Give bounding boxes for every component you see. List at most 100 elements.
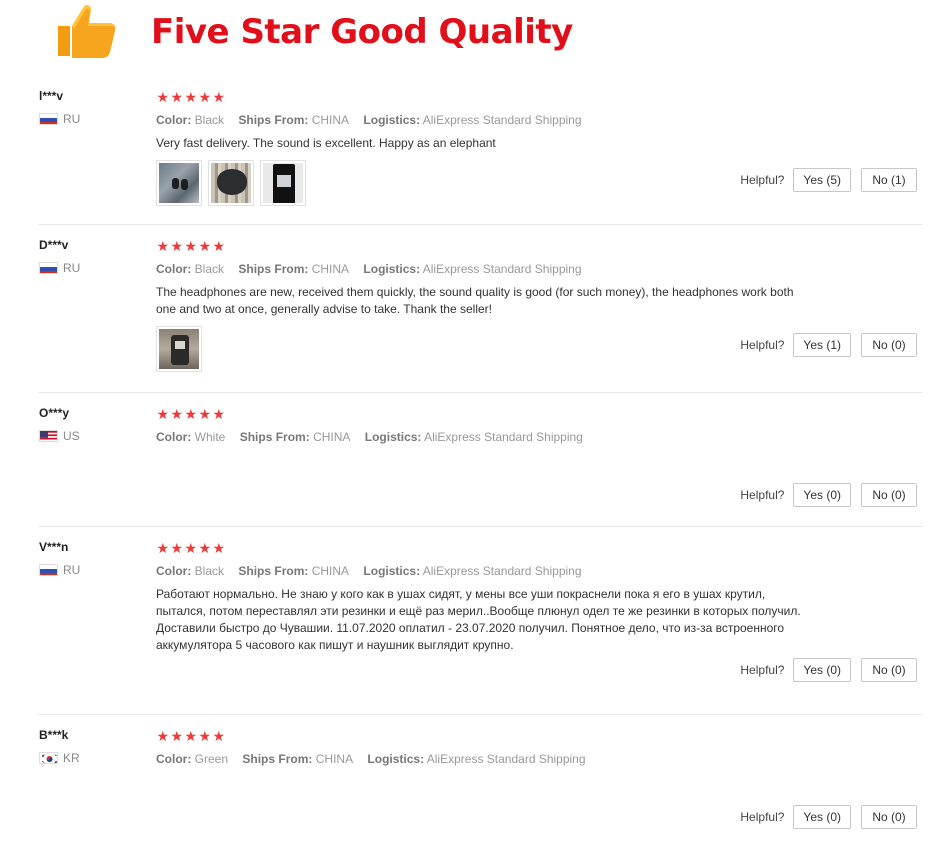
helpful-controls: Helpful? Yes (0) No (0) (740, 483, 917, 507)
review-meta: Color: Green Ships From: CHINA Logistics… (156, 751, 846, 767)
star-icon: ★ (170, 406, 184, 422)
review-photo[interactable] (208, 160, 254, 206)
review-photo[interactable] (260, 160, 306, 206)
review-content: ★★★★★ Color: Green Ships From: CHINA Log… (156, 727, 846, 767)
review-item: O***y US ★★★★★ Color: White Ships From: … (38, 393, 923, 527)
reviewer-country: US (63, 429, 80, 443)
helpful-yes-button[interactable]: Yes (0) (793, 805, 851, 829)
russia-flag-icon (39, 113, 58, 125)
reviewer-country: RU (63, 112, 81, 126)
logistics-label: Logistics: (367, 752, 425, 766)
russia-flag-icon (39, 564, 58, 576)
logistics-value: AliExpress Standard Shipping (422, 564, 582, 578)
helpful-yes-button[interactable]: Yes (1) (793, 333, 851, 357)
helpful-no-button[interactable]: No (0) (861, 658, 917, 682)
ships-from-label: Ships From: (238, 564, 309, 578)
review-text: Работают нормально. Не знаю у кого как в… (156, 587, 801, 652)
review-meta: Color: Black Ships From: CHINA Logistics… (156, 261, 846, 277)
ships-from-label: Ships From: (242, 752, 313, 766)
ships-from-value: CHINA (311, 564, 350, 578)
star-icon: ★ (198, 728, 212, 744)
russia-flag-icon (39, 262, 58, 274)
helpful-yes-button[interactable]: Yes (0) (793, 658, 851, 682)
helpful-yes-button[interactable]: Yes (5) (793, 168, 851, 192)
star-icon: ★ (156, 406, 170, 422)
star-icon: ★ (156, 89, 170, 105)
star-icon: ★ (212, 728, 226, 744)
helpful-no-button[interactable]: No (0) (861, 483, 917, 507)
review-item: V***n RU ★★★★★ Color: Black Ships From: … (38, 527, 923, 715)
color-value: White (194, 430, 226, 444)
star-rating: ★★★★★ (156, 88, 846, 106)
reviewer-info: D***v RU (39, 237, 149, 275)
review-list: l***v RU ★★★★★ Color: Black Ships From: … (38, 76, 923, 841)
helpful-no-button[interactable]: No (1) (861, 168, 917, 192)
star-icon: ★ (170, 238, 184, 254)
star-icon: ★ (198, 238, 212, 254)
review-text: The headphones are new, received them qu… (156, 285, 794, 316)
star-rating: ★★★★★ (156, 727, 846, 745)
star-icon: ★ (156, 238, 170, 254)
star-icon: ★ (184, 406, 198, 422)
star-icon: ★ (156, 540, 170, 556)
header: Five Star Good Quality (0, 0, 945, 70)
star-rating: ★★★★★ (156, 405, 846, 423)
color-label: Color: (156, 113, 192, 127)
helpful-no-button[interactable]: No (0) (861, 333, 917, 357)
star-icon: ★ (184, 540, 198, 556)
logistics-value: AliExpress Standard Shipping (426, 752, 586, 766)
review-photo[interactable] (156, 326, 202, 372)
logistics-label: Logistics: (363, 564, 421, 578)
logistics-label: Logistics: (364, 430, 422, 444)
color-value: Green (194, 752, 229, 766)
reviewer-country: RU (63, 261, 81, 275)
color-label: Color: (156, 564, 192, 578)
star-icon: ★ (212, 540, 226, 556)
star-icon: ★ (198, 89, 212, 105)
review-meta: Color: White Ships From: CHINA Logistics… (156, 429, 846, 445)
color-value: Black (194, 262, 225, 276)
page-title: Five Star Good Quality (151, 12, 573, 52)
star-icon: ★ (184, 728, 198, 744)
review-photo[interactable] (156, 160, 202, 206)
reviewer-name: B***k (39, 728, 69, 742)
reviewer-name: l***v (39, 89, 64, 103)
helpful-label: Helpful? (740, 810, 785, 824)
color-value: Black (194, 564, 225, 578)
ships-from-label: Ships From: (238, 262, 309, 276)
star-icon: ★ (212, 89, 226, 105)
color-label: Color: (156, 752, 192, 766)
helpful-label: Helpful? (740, 663, 785, 677)
ships-from-value: CHINA (311, 113, 350, 127)
color-label: Color: (156, 262, 192, 276)
logistics-value: AliExpress Standard Shipping (422, 262, 582, 276)
star-icon: ★ (212, 406, 226, 422)
star-rating: ★★★★★ (156, 539, 846, 557)
review-meta: Color: Black Ships From: CHINA Logistics… (156, 563, 846, 579)
reviewer-name: O***y (39, 406, 70, 420)
review-meta: Color: Black Ships From: CHINA Logistics… (156, 112, 846, 128)
star-icon: ★ (184, 89, 198, 105)
color-label: Color: (156, 430, 192, 444)
reviewer-info: B***k KR (39, 727, 149, 765)
helpful-controls: Helpful? Yes (5) No (1) (740, 168, 917, 192)
review-item: B***k KR ★★★★★ Color: Green Ships From: … (38, 715, 923, 841)
ships-from-label: Ships From: (238, 113, 309, 127)
logistics-value: AliExpress Standard Shipping (422, 113, 582, 127)
star-icon: ★ (156, 728, 170, 744)
review-item: D***v RU ★★★★★ Color: Black Ships From: … (38, 225, 923, 393)
reviewer-name: V***n (39, 540, 69, 554)
helpful-no-button[interactable]: No (0) (861, 805, 917, 829)
review-item: l***v RU ★★★★★ Color: Black Ships From: … (38, 76, 923, 225)
thumbs-up-icon (58, 5, 116, 58)
helpful-yes-button[interactable]: Yes (0) (793, 483, 851, 507)
reviewer-info: l***v RU (39, 88, 149, 126)
review-content: ★★★★★ Color: White Ships From: CHINA Log… (156, 405, 846, 445)
star-icon: ★ (170, 728, 184, 744)
reviewer-info: O***y US (39, 405, 149, 443)
logistics-label: Logistics: (363, 113, 421, 127)
helpful-label: Helpful? (740, 173, 785, 187)
reviewer-name: D***v (39, 238, 69, 252)
helpful-controls: Helpful? Yes (1) No (0) (740, 333, 917, 357)
reviewer-country: KR (63, 751, 80, 765)
